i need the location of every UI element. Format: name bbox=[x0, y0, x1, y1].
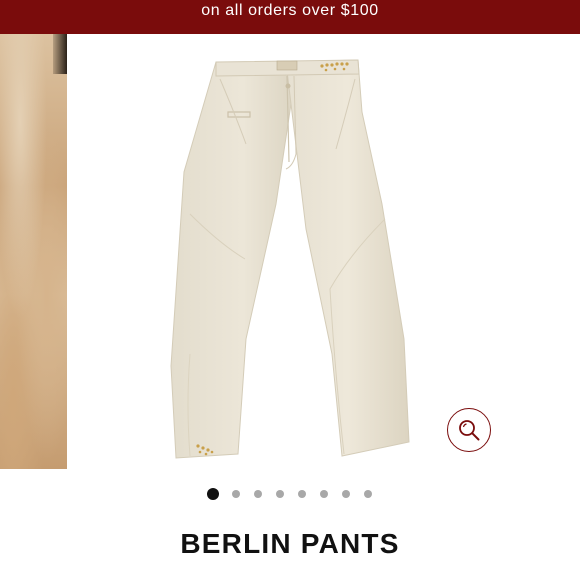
pants-right-leg bbox=[285, 59, 410, 457]
carousel-dot[interactable] bbox=[364, 490, 372, 498]
previous-slide-image[interactable] bbox=[0, 34, 67, 469]
waist-button bbox=[285, 83, 291, 89]
pants-left-leg bbox=[170, 61, 292, 459]
brand-label bbox=[276, 60, 298, 71]
carousel-dot[interactable] bbox=[276, 490, 284, 498]
product-image[interactable] bbox=[150, 54, 420, 469]
carousel-dot[interactable] bbox=[254, 490, 262, 498]
image-shadow bbox=[53, 34, 67, 74]
carousel-dot[interactable] bbox=[298, 490, 306, 498]
product-page: on all orders over $100 BERLIN PANTS bbox=[0, 0, 580, 580]
promo-text: on all orders over $100 bbox=[201, 2, 379, 19]
promo-banner[interactable]: on all orders over $100 bbox=[0, 0, 580, 34]
carousel-dot[interactable] bbox=[342, 490, 350, 498]
product-gallery[interactable] bbox=[0, 34, 580, 469]
product-title: BERLIN PANTS bbox=[180, 528, 400, 559]
carousel-dot[interactable] bbox=[207, 488, 219, 500]
carousel-pagination bbox=[0, 486, 580, 502]
carousel-dot[interactable] bbox=[232, 490, 240, 498]
zoom-button[interactable] bbox=[447, 408, 491, 452]
magnifier-icon bbox=[459, 420, 480, 441]
carousel-dot[interactable] bbox=[320, 490, 328, 498]
